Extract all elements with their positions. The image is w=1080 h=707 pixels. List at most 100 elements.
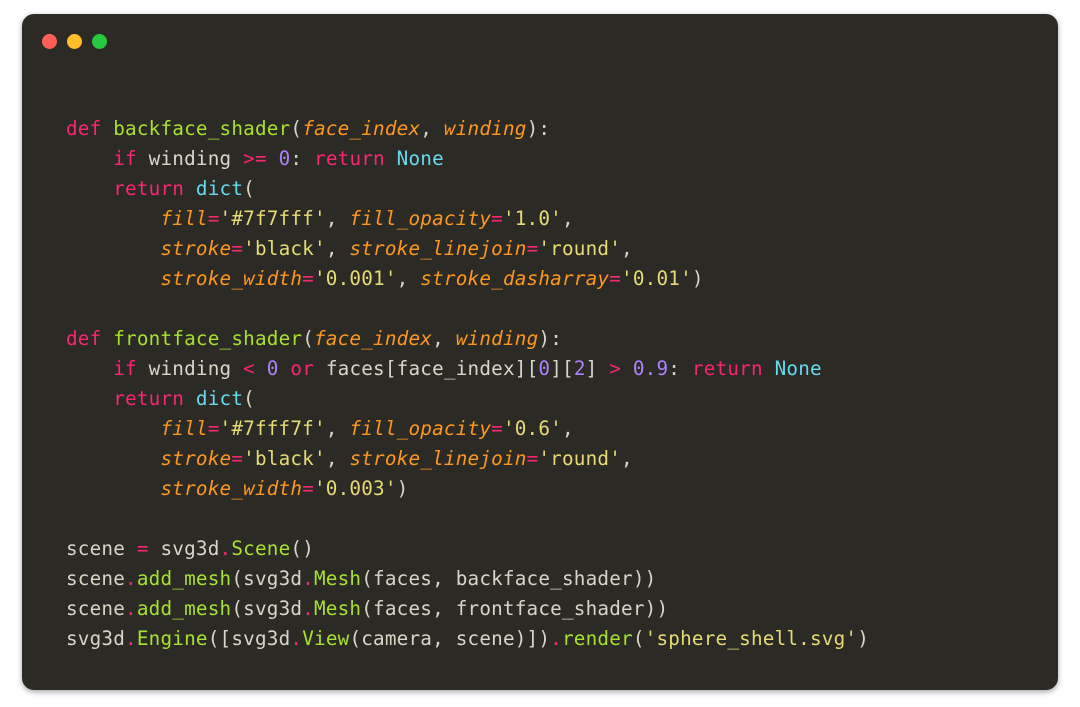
fn-name: backface_shader (113, 117, 290, 140)
paren: ): (538, 327, 562, 350)
var: scene (66, 537, 137, 560)
op: = (491, 417, 503, 440)
op: = (302, 267, 314, 290)
string: '0.01' (621, 267, 692, 290)
comma: , (326, 237, 350, 260)
args: (faces, frontface_shader)) (361, 597, 668, 620)
param: winding (456, 327, 539, 350)
module: svg3d (231, 627, 290, 650)
op: . (220, 537, 232, 560)
op: = (527, 447, 539, 470)
kw-if: if (113, 147, 137, 170)
op: = (491, 207, 503, 230)
call: Mesh (314, 597, 361, 620)
num: 0 (538, 357, 550, 380)
paren: ( (231, 567, 243, 590)
comma: , (397, 267, 421, 290)
op: < (243, 357, 255, 380)
kwarg: stroke (160, 447, 231, 470)
call: View (302, 627, 349, 650)
param: winding (444, 117, 527, 140)
args: (camera, scene)]) (349, 627, 550, 650)
bracket: ] (586, 357, 610, 380)
module: svg3d (149, 537, 220, 560)
param: face_index (302, 117, 420, 140)
window-controls (42, 34, 107, 49)
kw-if: if (113, 357, 137, 380)
colon: : (290, 147, 314, 170)
kwarg: stroke_width (160, 477, 302, 500)
string: 'black' (243, 447, 326, 470)
kw-return: return (692, 357, 763, 380)
bracket: ][ (550, 357, 574, 380)
kw-return: return (113, 177, 184, 200)
paren: ): (527, 117, 551, 140)
kw-def: def (66, 117, 101, 140)
kw-return: return (113, 387, 184, 410)
comma: , (432, 327, 456, 350)
string: 'round' (538, 447, 621, 470)
param: face_index (314, 327, 432, 350)
op: = (609, 267, 621, 290)
fn-name: frontface_shader (113, 327, 302, 350)
comma: , (621, 237, 633, 260)
minimize-icon[interactable] (67, 34, 82, 49)
call: Mesh (314, 567, 361, 590)
comma: , (562, 417, 574, 440)
var: scene (66, 567, 125, 590)
paren: ) (397, 477, 409, 500)
op: . (302, 597, 314, 620)
kw-return: return (314, 147, 385, 170)
string: 'black' (243, 237, 326, 260)
kwarg: fill_opacity (349, 417, 491, 440)
op: . (125, 627, 137, 650)
builtin-dict: dict (196, 177, 243, 200)
close-icon[interactable] (42, 34, 57, 49)
op: . (550, 627, 562, 650)
paren: ( (633, 627, 645, 650)
call: render (562, 627, 633, 650)
paren: ( (290, 117, 302, 140)
string: '0.6' (503, 417, 562, 440)
zoom-icon[interactable] (92, 34, 107, 49)
module: svg3d (243, 597, 302, 620)
num: 0 (255, 357, 290, 380)
paren: ( (243, 177, 255, 200)
comma: , (562, 207, 574, 230)
builtin-none: None (385, 147, 444, 170)
builtin-none: None (763, 357, 822, 380)
paren: ([ (208, 627, 232, 650)
string: '0.003' (314, 477, 397, 500)
num: 0 (267, 147, 291, 170)
string: 'sphere_shell.svg' (645, 627, 858, 650)
kwarg: fill_opacity (349, 207, 491, 230)
op: = (302, 477, 314, 500)
op: >= (243, 147, 267, 170)
paren: () (290, 537, 314, 560)
string: 'round' (538, 237, 621, 260)
comma: , (326, 447, 350, 470)
call: add_mesh (137, 567, 231, 590)
kwarg: fill (160, 207, 207, 230)
op: = (208, 207, 220, 230)
string: '#7fff7f' (220, 417, 326, 440)
kwarg: stroke (160, 237, 231, 260)
string: '0.001' (314, 267, 397, 290)
kwarg: fill (160, 417, 207, 440)
num: 2 (574, 357, 586, 380)
var: winding (137, 357, 243, 380)
space (184, 177, 196, 200)
var: faces[face_index][ (314, 357, 538, 380)
call: Engine (137, 627, 208, 650)
module: svg3d (243, 567, 302, 590)
args: (faces, backface_shader)) (361, 567, 656, 590)
call: add_mesh (137, 597, 231, 620)
op: = (231, 447, 243, 470)
comma: , (420, 117, 444, 140)
colon: : (668, 357, 692, 380)
op: . (302, 567, 314, 590)
module: svg3d (66, 627, 125, 650)
comma: , (621, 447, 633, 470)
string: '1.0' (503, 207, 562, 230)
num: 0.9 (621, 357, 668, 380)
